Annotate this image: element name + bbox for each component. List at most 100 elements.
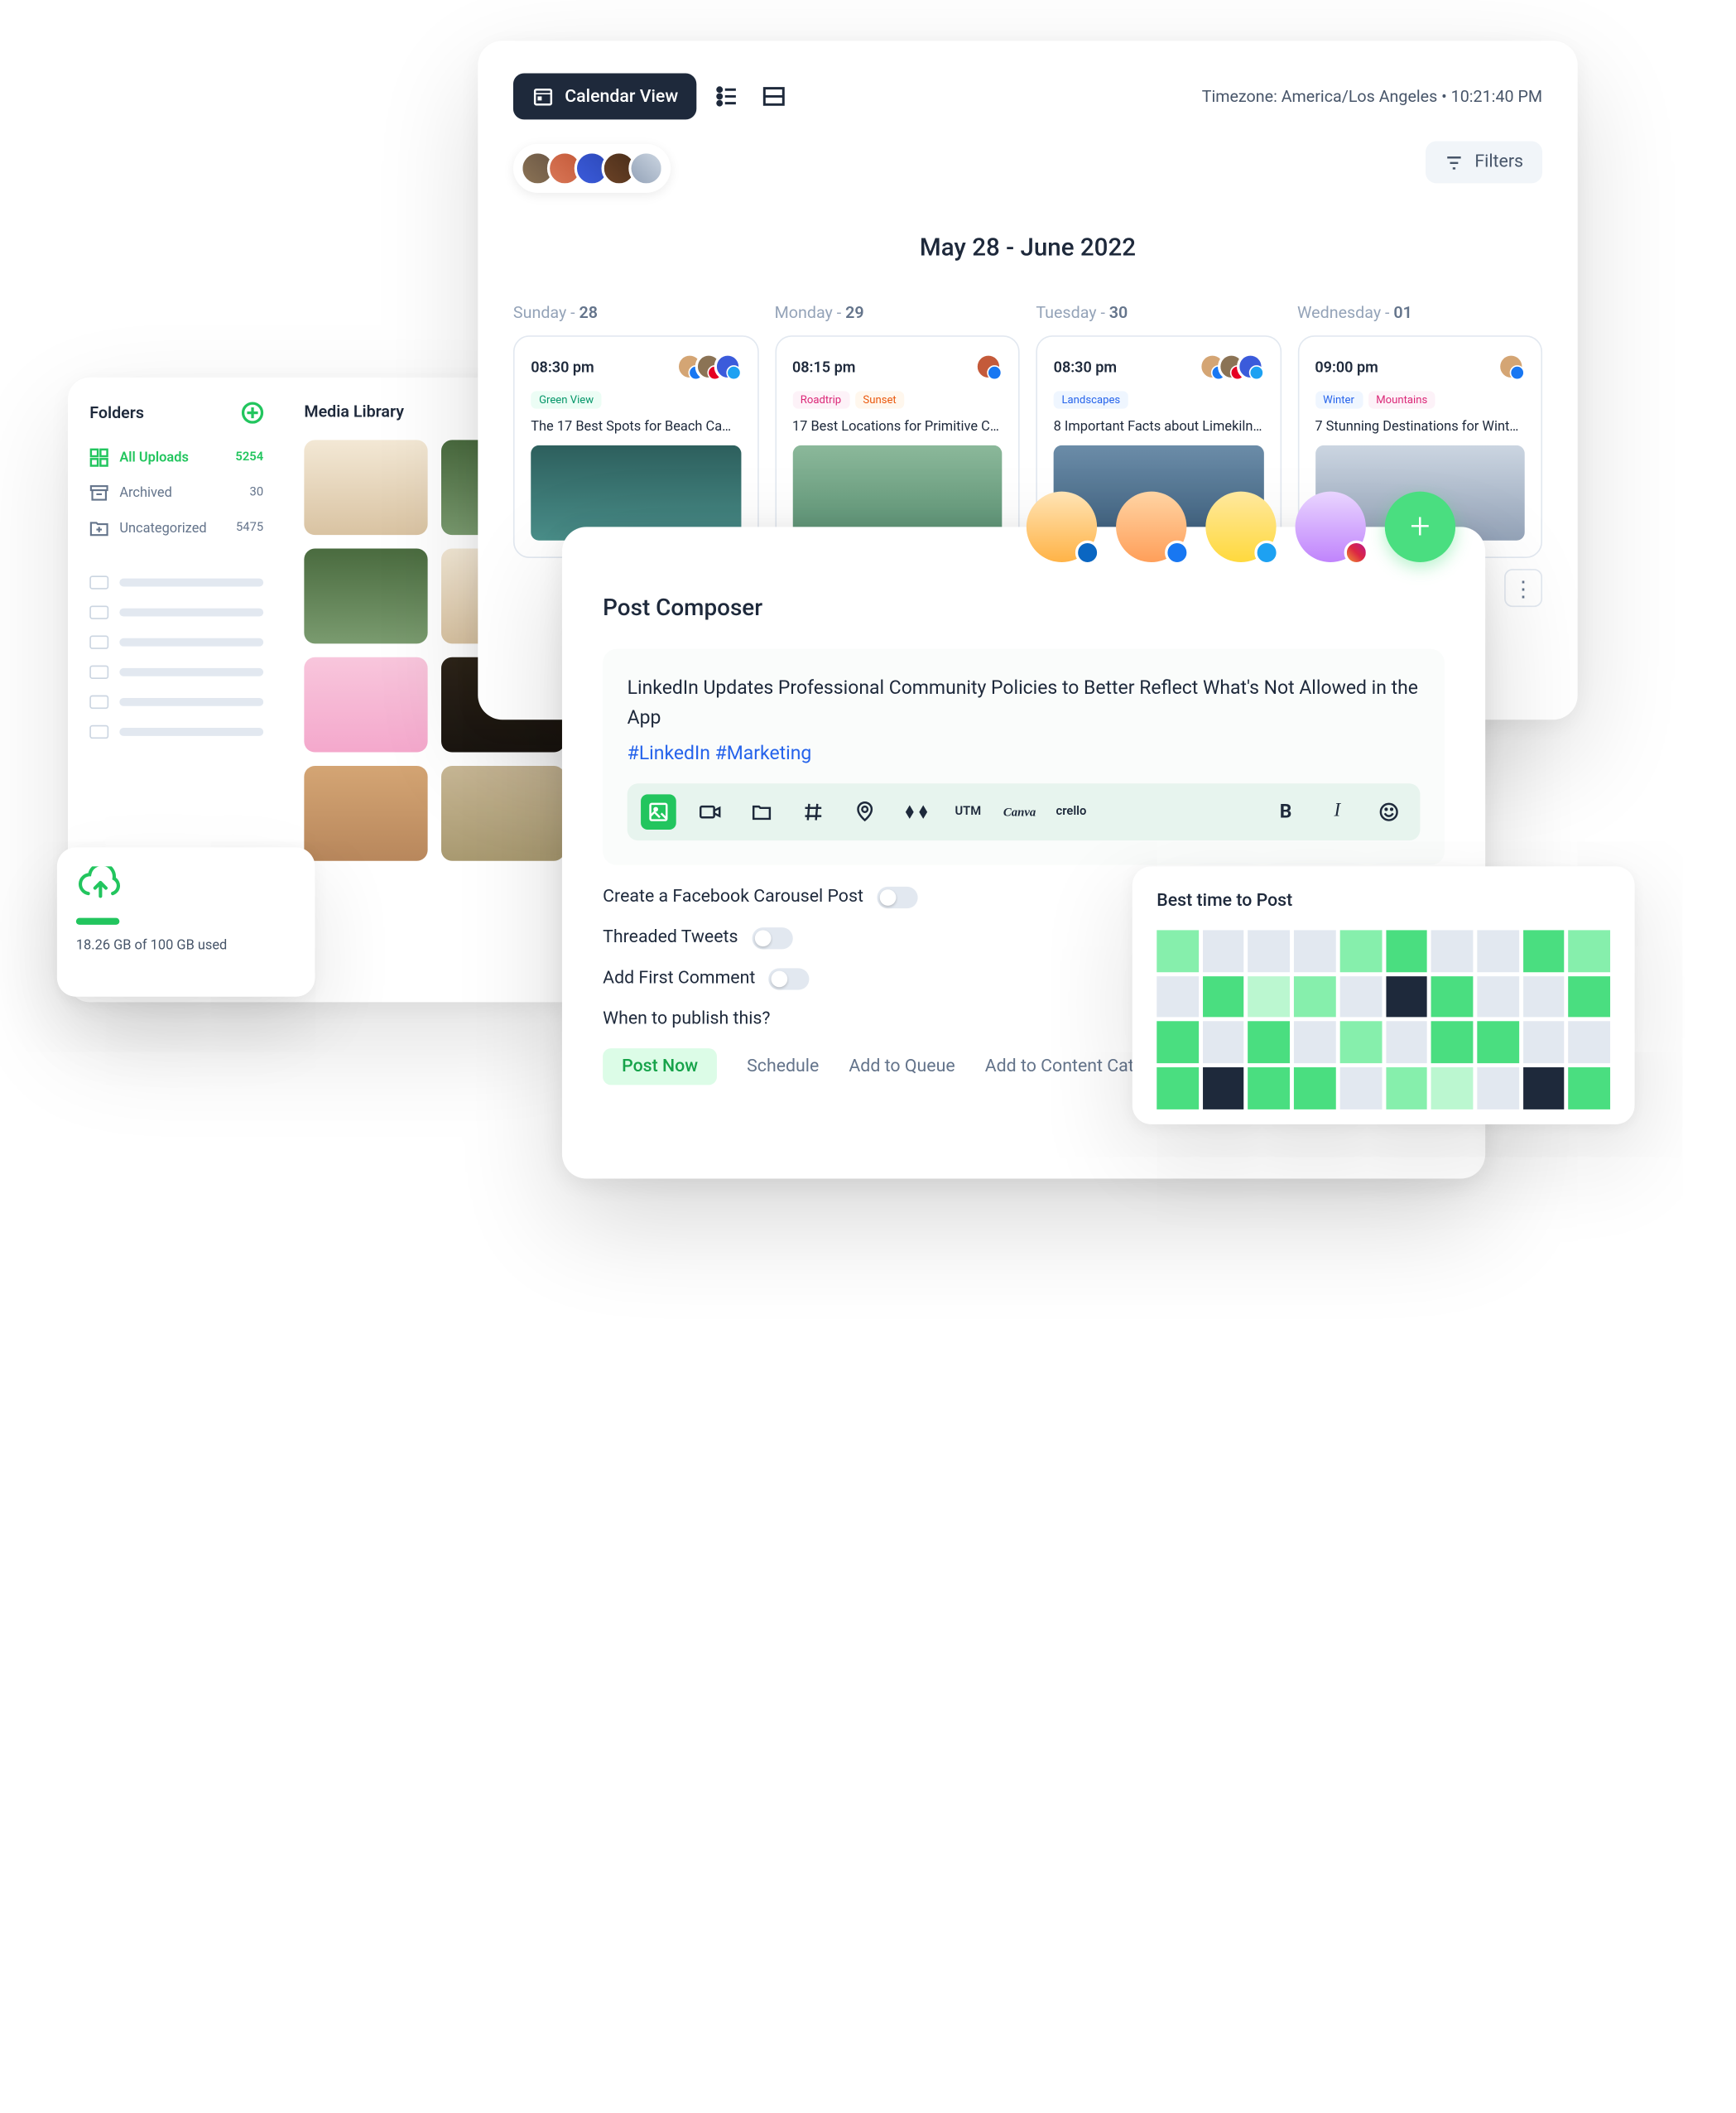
media-thumbnail[interactable] [304,549,427,644]
emoji-button[interactable] [1371,794,1407,830]
image-upload-button[interactable] [641,794,676,830]
media-thumbnail[interactable] [441,766,565,861]
archive-icon [89,484,108,503]
grid-view-button[interactable] [762,83,790,110]
event-card[interactable]: 08:15 pm RoadtripSunset 17 Best Location… [775,335,1020,558]
heatmap-cell[interactable] [1157,930,1198,971]
media-thumbnail[interactable] [304,766,427,861]
heatmap-cell[interactable] [1157,1022,1198,1063]
account-avatar-twitter[interactable] [1205,492,1276,562]
heatmap-cell[interactable] [1248,1022,1290,1063]
heatmap-cell[interactable] [1339,1067,1381,1109]
add-folder-button[interactable] [242,402,263,423]
twitter-icon [1254,541,1279,566]
heatmap-cell[interactable] [1339,1022,1381,1063]
heatmap-cell[interactable] [1569,930,1610,971]
heatmap-cell[interactable] [1431,1022,1473,1063]
event-card[interactable]: 08:30 pm Green View The 17 Best Spots fo… [513,335,758,558]
storage-text: 18.26 GB of 100 GB used [76,938,296,953]
diamond-button[interactable] [899,794,935,830]
account-avatar-facebook[interactable] [1116,492,1186,562]
storage-progress [76,918,119,925]
utm-button[interactable]: UTM [950,794,986,830]
first-comment-toggle[interactable] [769,968,810,989]
composer-textarea[interactable]: LinkedIn Updates Professional Community … [603,649,1445,864]
add-account-button[interactable]: + [1385,492,1455,562]
heatmap-cell[interactable] [1522,930,1564,971]
heatmap-cell[interactable] [1477,1022,1518,1063]
folder-uncategorized[interactable]: Uncategorized 5475 [84,511,269,546]
team-avatars[interactable] [513,144,671,193]
carousel-toggle[interactable] [877,887,917,908]
date-range: May 28 - June 2022 [513,233,1542,262]
folder-placeholder [84,598,269,628]
location-button[interactable] [847,794,882,830]
bold-button[interactable]: B [1268,794,1304,830]
heatmap-cell[interactable] [1569,1067,1610,1109]
italic-button[interactable]: I [1320,794,1355,830]
publish-post-now[interactable]: Post Now [603,1048,717,1085]
filters-button[interactable]: Filters [1426,142,1542,184]
twitter-icon [1248,365,1263,380]
timezone-display: Timezone: America/Los Angeles • 10:21:40… [1202,87,1542,106]
heatmap-cell[interactable] [1203,1067,1244,1109]
heatmap-cell[interactable] [1477,976,1518,1018]
account-avatar-linkedin[interactable] [1027,492,1097,562]
heatmap-cell[interactable] [1431,1067,1473,1109]
folders-title: Folders [89,403,144,422]
video-button[interactable] [692,794,728,830]
heatmap-cell[interactable] [1477,930,1518,971]
folder-placeholder [84,568,269,598]
heatmap-cell[interactable] [1248,1067,1290,1109]
heatmap-cell[interactable] [1431,930,1473,971]
folder-archived[interactable]: Archived 30 [84,475,269,511]
folder-placeholder [84,657,269,687]
list-view-button[interactable] [716,83,743,110]
heatmap-cell[interactable] [1203,976,1244,1018]
heatmap-cell[interactable] [1522,1067,1564,1109]
heatmap-cell[interactable] [1248,976,1290,1018]
linkedin-icon [1075,541,1100,566]
heatmap-cell[interactable] [1294,930,1335,971]
more-button[interactable]: ⋮ [1504,569,1542,607]
heatmap-cell[interactable] [1386,1067,1427,1109]
heatmap-cell[interactable] [1339,976,1381,1018]
heatmap-cell[interactable] [1386,976,1427,1018]
cloud-icon [76,866,125,904]
heatmap-cell[interactable] [1477,1067,1518,1109]
account-avatar-instagram[interactable] [1296,492,1366,562]
crello-button[interactable]: crello [1054,794,1089,830]
threaded-toggle[interactable] [752,927,792,949]
media-thumbnail[interactable] [304,657,427,753]
avatar[interactable] [628,151,664,186]
heatmap-cell[interactable] [1157,1067,1198,1109]
heatmap-cell[interactable] [1294,1067,1335,1109]
heatmap-cell[interactable] [1294,976,1335,1018]
heatmap-cell[interactable] [1386,1022,1427,1063]
folder-all-uploads[interactable]: All Uploads 5254 [84,440,269,475]
heatmap-cell[interactable] [1157,976,1198,1018]
heatmap-cell[interactable] [1203,1022,1244,1063]
media-thumbnail[interactable] [304,440,427,535]
heatmap-cell[interactable] [1522,976,1564,1018]
heatmap-cell[interactable] [1431,976,1473,1018]
heatmap-cell[interactable] [1386,930,1427,971]
heatmap-cell[interactable] [1569,976,1610,1018]
best-time-heatmap[interactable] [1157,930,1610,1109]
canva-button[interactable]: Canva [1002,794,1037,830]
heatmap-cell[interactable] [1203,930,1244,971]
heatmap-cell[interactable] [1294,1022,1335,1063]
facebook-icon [1165,541,1190,566]
heatmap-cell[interactable] [1248,930,1290,971]
heatmap-cell[interactable] [1569,1022,1610,1063]
calendar-view-button[interactable]: Calendar View [513,74,697,120]
folder-button[interactable] [744,794,780,830]
heatmap-cell[interactable] [1522,1022,1564,1063]
grid-icon [89,448,108,467]
publish-schedule[interactable]: Schedule [747,1048,819,1085]
heatmap-cell[interactable] [1339,930,1381,971]
folder-placeholder [84,687,269,717]
hashtag-button[interactable] [796,794,831,830]
publish-queue[interactable]: Add to Queue [849,1048,955,1085]
folder-plus-icon [89,518,108,537]
